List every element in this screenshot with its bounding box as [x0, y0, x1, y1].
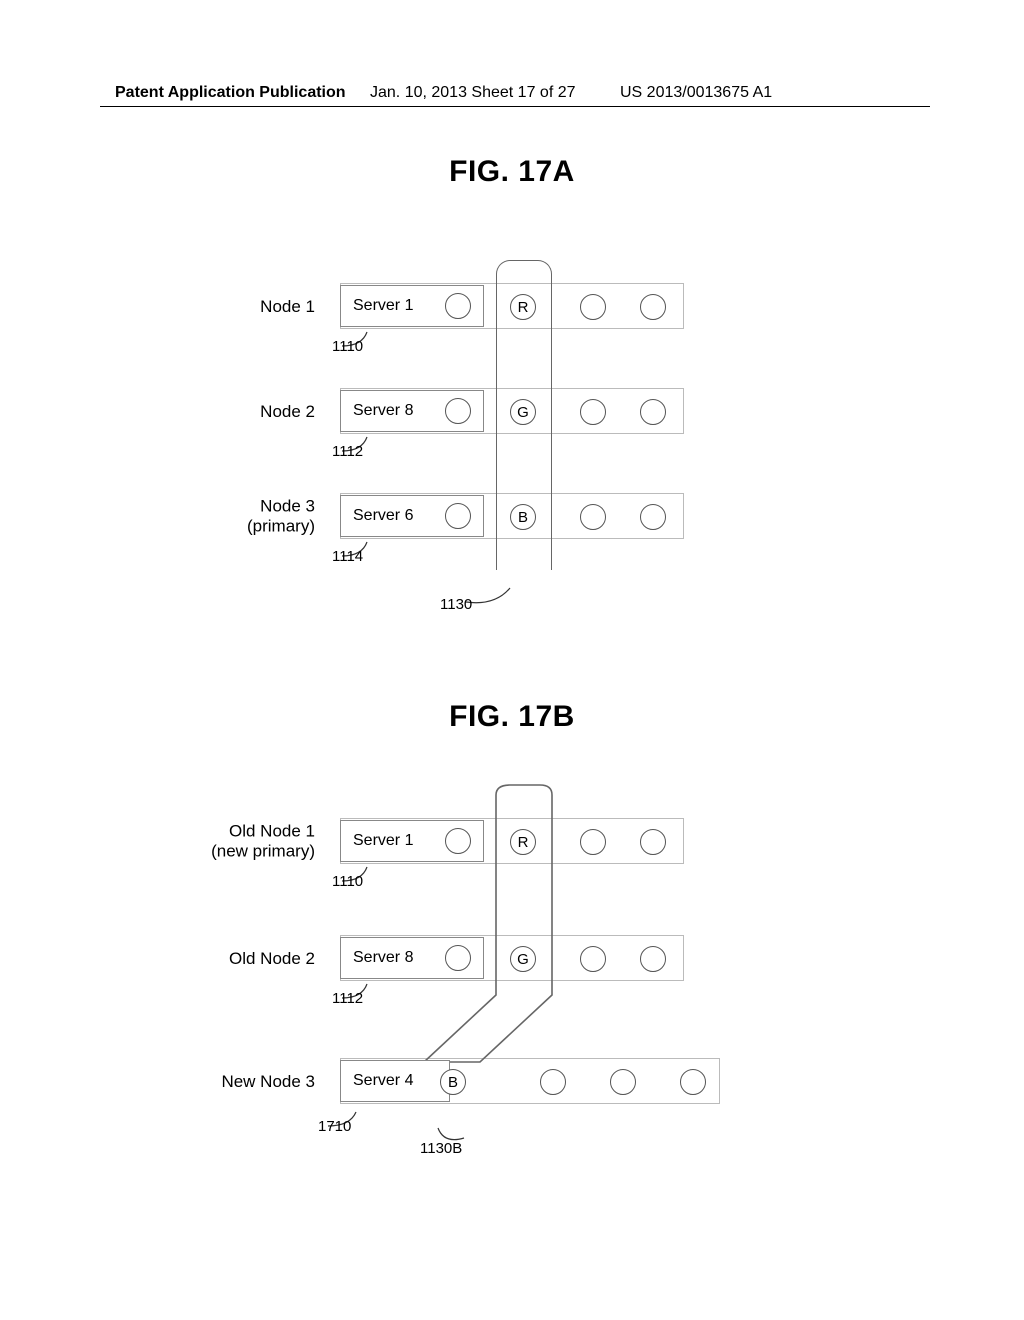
- slot-letter: G: [510, 399, 536, 425]
- server-name: Server 8: [353, 949, 413, 967]
- slot-letter: B: [510, 504, 536, 530]
- figure-b-diagram: Old Node 1 (new primary) Server 1 R Old …: [0, 770, 1024, 1210]
- slot-empty-icon: [580, 504, 606, 530]
- server-name: Server 1: [353, 297, 413, 315]
- slot-letter: B: [440, 1069, 466, 1095]
- server-circle-icon: [445, 398, 471, 424]
- server-name: Server 6: [353, 507, 413, 525]
- server-name: Server 8: [353, 402, 413, 420]
- server-box: Server 8: [340, 937, 484, 979]
- server-circle-icon: [445, 828, 471, 854]
- figure-a-diagram: Node 1 Server 1 R Node 2 Server 8 G Node…: [0, 235, 1024, 635]
- slot-empty-icon: [680, 1069, 706, 1095]
- slot-empty-icon: [580, 829, 606, 855]
- server-name: Server 4: [353, 1072, 413, 1090]
- figure-b-title: FIG. 17B: [0, 700, 1024, 734]
- header-left: Patent Application Publication: [115, 84, 346, 102]
- figure-a-title: FIG. 17A: [0, 155, 1024, 189]
- slot-letter: G: [510, 946, 536, 972]
- server-box: Server 6: [340, 495, 484, 537]
- slot-empty-icon: [610, 1069, 636, 1095]
- slot-empty-icon: [640, 829, 666, 855]
- server-box: Server 1: [340, 285, 484, 327]
- header-rule: [100, 106, 930, 107]
- server-box: Server 4: [340, 1060, 450, 1102]
- slot-empty-icon: [640, 504, 666, 530]
- slot-letter: R: [510, 829, 536, 855]
- header-right: US 2013/0013675 A1: [620, 84, 772, 102]
- header-mid: Jan. 10, 2013 Sheet 17 of 27: [370, 84, 576, 102]
- node-label: Node 3 (primary): [140, 497, 315, 538]
- slot-empty-icon: [540, 1069, 566, 1095]
- slot-empty-icon: [640, 294, 666, 320]
- slot-empty-icon: [640, 399, 666, 425]
- server-box: Server 1: [340, 820, 484, 862]
- server-circle-icon: [445, 293, 471, 319]
- slot-empty-icon: [640, 946, 666, 972]
- slot-letter: R: [510, 294, 536, 320]
- server-name: Server 1: [353, 832, 413, 850]
- slot-empty-icon: [580, 294, 606, 320]
- node-label: Node 2: [140, 402, 315, 422]
- slot-empty-icon: [580, 946, 606, 972]
- server-circle-icon: [445, 503, 471, 529]
- server-box: Server 8: [340, 390, 484, 432]
- slot-empty-icon: [580, 399, 606, 425]
- server-circle-icon: [445, 945, 471, 971]
- node-label: Node 1: [140, 297, 315, 317]
